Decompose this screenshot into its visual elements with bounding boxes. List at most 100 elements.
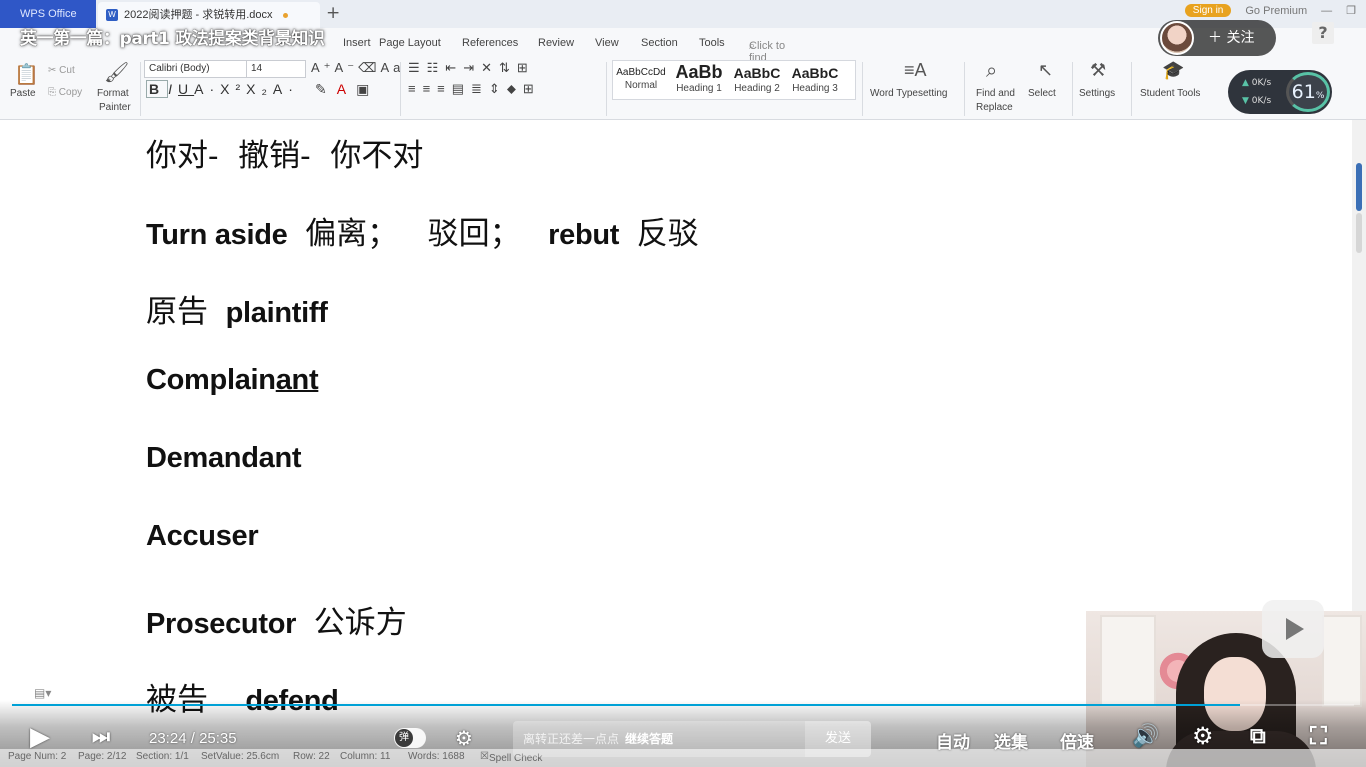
- divider: [1131, 62, 1132, 116]
- find-replace-label-2[interactable]: Replace: [976, 102, 1013, 113]
- episodes-button[interactable]: 选集: [994, 728, 1028, 753]
- fullscreen-icon[interactable]: ⛶: [1310, 722, 1327, 750]
- text-run: 你对- 撤销- 你不对: [146, 138, 424, 174]
- text-run: Complain: [146, 364, 276, 396]
- styles-gallery: AaBbCcDd Normal AaBb Heading 1 AaBbC Hea…: [612, 60, 856, 100]
- play-icon[interactable]: ▶: [30, 722, 50, 752]
- volume-icon[interactable]: 🔊: [1132, 724, 1159, 749]
- send-button[interactable]: 发送: [805, 721, 871, 757]
- status-setvalue: SetValue: 25.6cm: [201, 751, 280, 762]
- select-cursor-icon[interactable]: ↖: [1038, 60, 1053, 81]
- paste-button[interactable]: Paste: [10, 88, 36, 99]
- uploader-follow[interactable]: ＋ 关注: [1158, 20, 1276, 56]
- home-toolbar: 📋 Paste ✂ Cut ⎘ Copy 🖌 Format Painter Ca…: [0, 58, 1366, 118]
- font-format-icons[interactable]: B IUA·X²X₂A·: [146, 80, 299, 98]
- student-tools-button[interactable]: Student Tools: [1140, 88, 1200, 99]
- follow-button[interactable]: ＋ 关注: [1208, 27, 1254, 47]
- speed-widget: ▲ 0K/s ▼ 0K/s 61%: [1228, 70, 1332, 114]
- help-question-icon[interactable]: ?: [1312, 22, 1334, 44]
- scrollbar-track-segment: [1356, 213, 1362, 253]
- student-cap-icon[interactable]: 🎓: [1162, 60, 1184, 81]
- document-line[interactable]: Accuser: [146, 520, 259, 553]
- style-normal[interactable]: AaBbCcDd Normal: [613, 61, 669, 101]
- document-float-icon[interactable]: ▤▾: [34, 686, 51, 700]
- document-line[interactable]: 原告 plaintiff: [146, 286, 328, 331]
- text-run: Prosecutor: [146, 608, 304, 640]
- next-icon[interactable]: ⏭: [92, 724, 110, 748]
- find-icon[interactable]: ⌕: [986, 60, 997, 83]
- format-painter-icon[interactable]: 🖌: [104, 60, 129, 85]
- avatar[interactable]: [1160, 21, 1194, 55]
- status-row: Row: 22: [293, 751, 330, 762]
- alignment-icons[interactable]: ≡≡≡▤≣⇕⬥⊞: [408, 81, 541, 97]
- tab-references[interactable]: References: [462, 37, 518, 49]
- word-typesetting-icon[interactable]: ≡A: [904, 60, 927, 81]
- new-tab-plus-icon[interactable]: +: [326, 3, 340, 23]
- tab-tools[interactable]: Tools: [699, 37, 725, 49]
- continue-quiz-link[interactable]: 继续答题: [625, 732, 673, 746]
- text-run: Demandant: [146, 442, 302, 474]
- style-heading-2[interactable]: AaBbC Heading 2: [729, 61, 785, 101]
- cpu-gauge: 61%: [1286, 72, 1330, 112]
- progress-fill[interactable]: [12, 704, 1240, 706]
- settings-gear-icon[interactable]: ⚙: [1192, 722, 1214, 750]
- scrollbar-thumb[interactable]: [1356, 163, 1362, 211]
- paste-icon[interactable]: 📋: [14, 62, 39, 87]
- titlebar-right: Sign in Go Premium — ❐: [1184, 4, 1356, 17]
- quality-auto-button[interactable]: 自动: [936, 728, 970, 753]
- font-name-select[interactable]: Calibri (Body): [144, 60, 248, 78]
- status-words: Words: 1688: [408, 751, 465, 762]
- document-line[interactable]: Complainant: [146, 364, 319, 397]
- settings-wrench-icon[interactable]: ⚒: [1090, 60, 1106, 81]
- text-run: Turn aside: [146, 219, 296, 251]
- word-typesetting-button[interactable]: Word Typesetting: [870, 88, 947, 99]
- tab-review[interactable]: Review: [538, 37, 574, 49]
- danmu-input[interactable]: 离转正还差一点点 继续答题: [513, 721, 805, 757]
- text-run: rebut: [540, 219, 627, 251]
- cut-button[interactable]: ✂ Cut: [48, 65, 75, 76]
- select-button[interactable]: Select: [1028, 88, 1056, 99]
- playback-speed-button[interactable]: 倍速: [1060, 728, 1094, 753]
- danmu-toggle[interactable]: 弹: [394, 728, 426, 748]
- font-size-select[interactable]: 14: [246, 60, 306, 78]
- tab-view[interactable]: View: [595, 37, 619, 49]
- document-line[interactable]: Prosecutor 公诉方: [146, 597, 407, 642]
- style-heading-3[interactable]: AaBbC Heading 3: [787, 61, 843, 101]
- minimize-icon[interactable]: —: [1321, 5, 1332, 17]
- style-heading-1[interactable]: AaBb Heading 1: [671, 61, 727, 101]
- tab-insert[interactable]: Insert: [343, 37, 371, 49]
- status-section: Section: 1/1: [136, 751, 189, 762]
- bookshelf: [1100, 615, 1156, 707]
- find-replace-label-1[interactable]: Find and: [976, 88, 1015, 99]
- sign-in-button[interactable]: Sign in: [1184, 4, 1232, 17]
- format-painter-label-2[interactable]: Painter: [99, 102, 131, 113]
- divider: [1072, 62, 1073, 116]
- format-painter-label-1[interactable]: Format: [97, 88, 129, 99]
- go-premium-link[interactable]: Go Premium: [1245, 5, 1307, 17]
- list-indent-icons[interactable]: ☰☷⇤⇥✕⇅⊞: [408, 60, 535, 76]
- tab-section[interactable]: Section: [641, 37, 678, 49]
- danmu-badge: 弹: [395, 729, 413, 747]
- text-run: 反驳: [626, 216, 699, 252]
- document-line[interactable]: Demandant: [146, 442, 302, 475]
- divider: [964, 62, 965, 116]
- download-speed: ▼ 0K/s: [1242, 96, 1272, 106]
- time-display: 23:24 / 25:35: [149, 730, 237, 747]
- copy-button[interactable]: ⎘ Copy: [48, 87, 82, 98]
- text-run: Accuser: [146, 520, 259, 552]
- document-line[interactable]: Turn aside 偏离； 驳回； rebut 反驳: [146, 208, 699, 253]
- video-title: 英一第一篇：part1 政法提案类背景知识: [20, 29, 325, 49]
- mini-play-icon[interactable]: [1262, 600, 1324, 658]
- text-run: plaintiff: [217, 297, 328, 329]
- settings-button[interactable]: Settings: [1079, 88, 1115, 99]
- maximize-icon[interactable]: ❐: [1346, 4, 1356, 17]
- picture-in-picture-icon[interactable]: ⧉: [1250, 724, 1266, 749]
- danmu-settings-icon[interactable]: ⚙: [455, 726, 473, 750]
- text-run: 原告: [146, 294, 218, 330]
- status-spell-check[interactable]: ☒ Spell Check: [480, 751, 542, 764]
- document-line[interactable]: 你对- 撤销- 你不对: [146, 130, 423, 175]
- highlight-color-icons[interactable]: ✎A▣: [315, 81, 379, 98]
- tab-page-layout[interactable]: Page Layout: [379, 37, 441, 49]
- divider: [400, 62, 401, 116]
- font-grow-shrink-clear-icons[interactable]: A⁺A⁻⌫Aa: [311, 60, 404, 76]
